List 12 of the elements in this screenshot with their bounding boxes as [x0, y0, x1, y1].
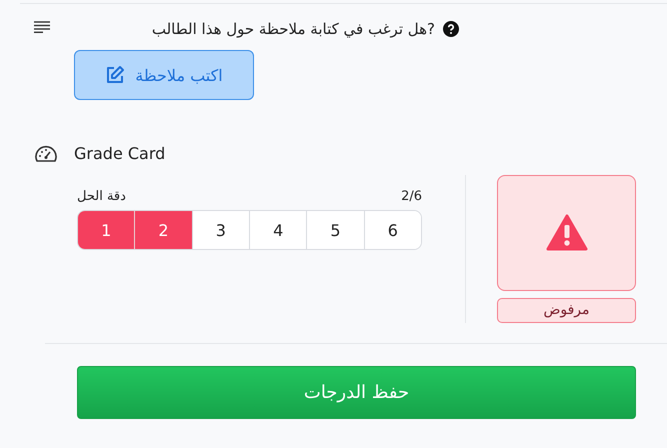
edit-icon — [105, 65, 126, 85]
menu-icon[interactable] — [34, 21, 50, 33]
grade-option[interactable]: 2 — [135, 211, 193, 249]
status-label: مرفوض — [497, 298, 636, 323]
note-question: هل ترغب في كتابة ملاحظة حول هذا الطالب? — [150, 20, 435, 38]
criterion-label: دقة الحل — [77, 189, 126, 204]
gauge-icon — [34, 144, 58, 162]
score-text: 2/6 — [401, 189, 422, 204]
grade-card-title: Grade Card — [74, 144, 166, 163]
grade-option[interactable]: 1 — [78, 211, 136, 249]
help-icon — [443, 21, 459, 37]
warning-icon — [546, 214, 588, 252]
